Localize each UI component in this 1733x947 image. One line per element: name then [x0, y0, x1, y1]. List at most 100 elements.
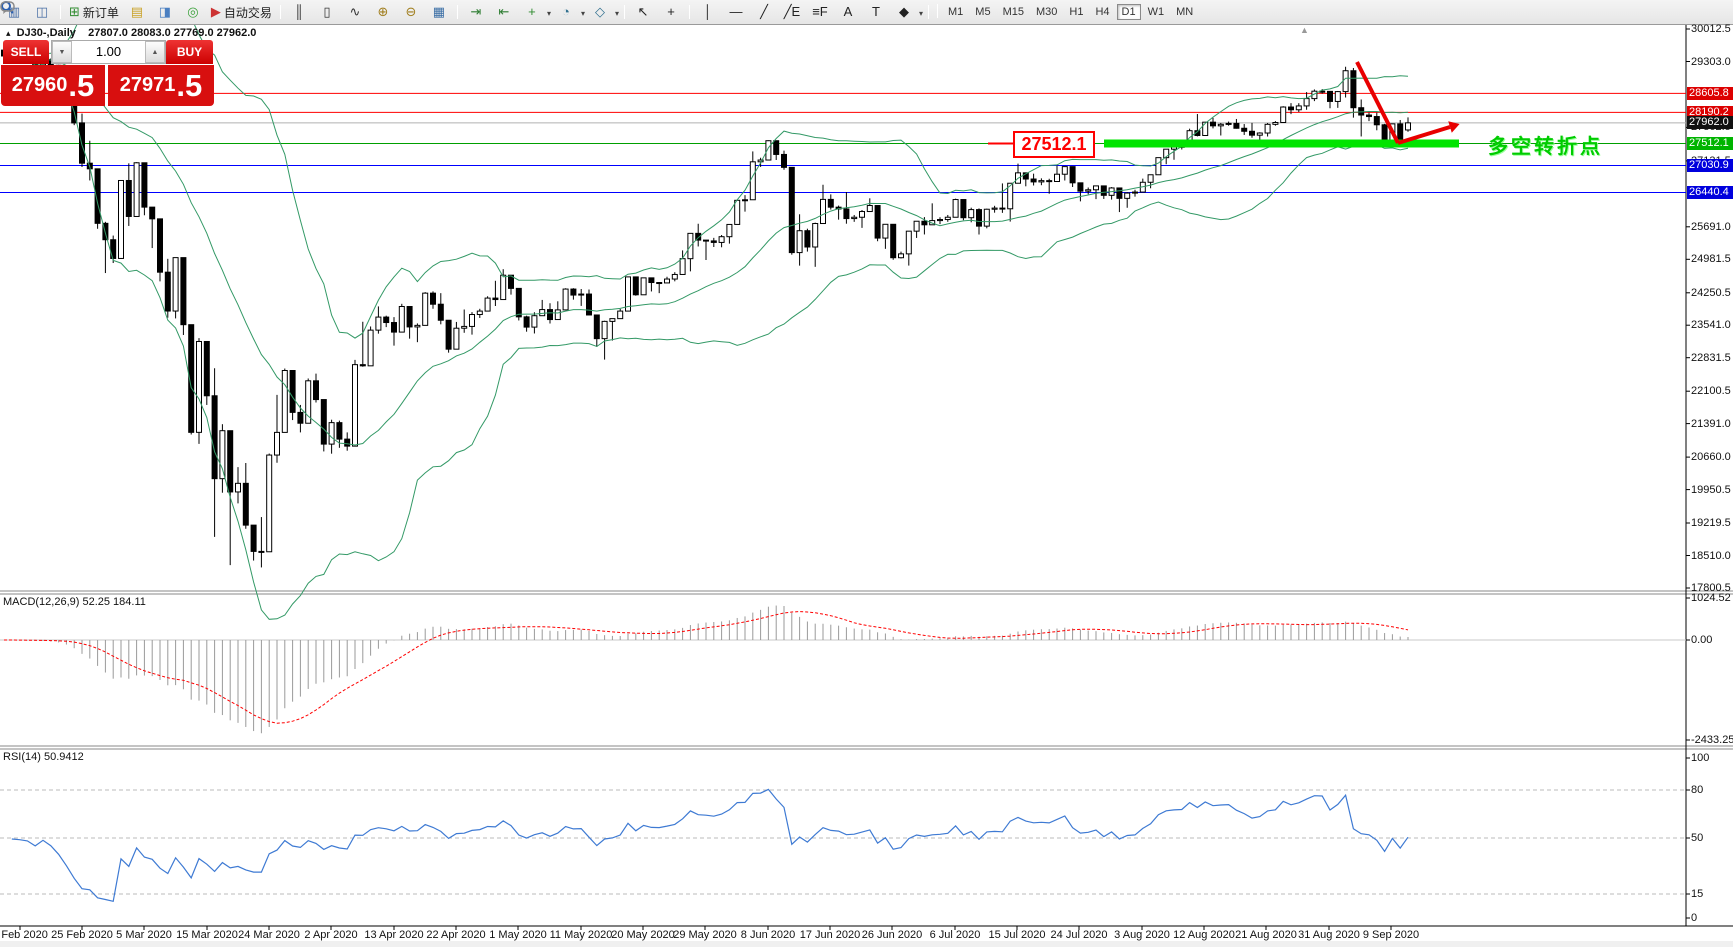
bar-chart-button[interactable]: ║ [286, 1, 312, 23]
chart-shift-icon: ⇤ [498, 4, 510, 19]
label-tool-button[interactable]: T [863, 1, 889, 23]
dropdown-caret-icon[interactable]: ▾ [615, 9, 619, 18]
trendline-tool-button[interactable]: ╱ [751, 1, 777, 23]
zoom-in-button[interactable]: ⊕ [370, 1, 396, 23]
timeframe-m1[interactable]: M1 [943, 4, 968, 20]
dropdown-caret-icon[interactable]: ▾ [581, 9, 585, 18]
timeframe-m5[interactable]: M5 [970, 4, 995, 20]
price-tick: 18510.0 [1691, 549, 1731, 562]
price-tick: 30012.5 [1691, 23, 1731, 35]
profiles-icon: ◫ [35, 4, 49, 19]
timeframe-h4[interactable]: H4 [1090, 4, 1114, 20]
date-label: 21 Aug 2020 [1235, 929, 1297, 941]
fibonacci-tool-button[interactable]: ≡F [807, 1, 833, 23]
market-watch-button[interactable]: ▤ [124, 1, 150, 23]
chart-objects-button[interactable]: ◇ [587, 1, 613, 23]
line-chart-icon: ∿ [349, 4, 361, 19]
chat-icon[interactable] [0, 0, 17, 15]
autotrading-label: 自动交易 [223, 5, 272, 20]
chart-title: ▴ DJ30-,Daily 27807.0 28083.0 27769.0 27… [6, 27, 256, 39]
cycles-button[interactable]: ◔ [553, 1, 579, 23]
signals-button[interactable]: ◎ [180, 1, 206, 23]
candlestick-chart-icon: ▯ [323, 4, 331, 19]
auto-scroll-icon: ⇥ [470, 4, 482, 19]
volume-input[interactable]: 1.00 [72, 41, 145, 63]
indicator-tick: 1024.52 [1691, 592, 1731, 604]
indicator-tick: 50 [1691, 832, 1704, 844]
timeframe-d1[interactable]: D1 [1116, 4, 1141, 20]
indicators-button[interactable]: + [519, 1, 545, 23]
timeframe-w1[interactable]: W1 [1143, 4, 1170, 20]
tile-windows-button[interactable]: ▦ [426, 1, 452, 23]
autotrading-button[interactable]: ▶ 自动交易 [208, 1, 275, 23]
channel-tool-button[interactable]: ╱E [779, 1, 805, 23]
buy-price-main: 27971 [119, 74, 176, 96]
new-order-button[interactable]: ⊞ 新订单 [66, 1, 122, 23]
price-badge: 27030.9 [1687, 159, 1733, 172]
indicators-icon: + [528, 4, 536, 19]
ohlc-values: 27807.0 28083.0 27769.0 27962.0 [88, 27, 257, 39]
toolbar-separator [279, 5, 281, 19]
indicator-tick: 0.00 [1691, 634, 1713, 646]
toolbar-separator [688, 5, 690, 19]
rsi-label: RSI(14) 50.9412 [3, 751, 84, 763]
indicator-tick: 0 [1691, 912, 1698, 924]
date-label: 29 May 2020 [673, 929, 737, 941]
cycles-icon: ◔ [562, 4, 570, 19]
volume-increase-button[interactable]: ▲ [145, 41, 165, 63]
dropdown-caret-icon[interactable]: ▾ [919, 9, 923, 18]
buy-price-button[interactable]: 27971 .5 [108, 65, 214, 106]
timeframe-m30[interactable]: M30 [1031, 4, 1062, 20]
sell-price-button[interactable]: 27960 .5 [1, 65, 105, 106]
auto-scroll-button[interactable]: ⇥ [463, 1, 489, 23]
trendline-tool-icon: ╱ [760, 4, 768, 19]
chart-shift-button[interactable]: ⇤ [491, 1, 517, 23]
candlestick-chart-button[interactable]: ▯ [314, 1, 340, 23]
toolbar-buttons: ▥ ◫ ⊞ 新订单 ▤ ◨ ◎ ▶ 自动交易 ║ ▯ ∿ ⊕ ⊖ ▦ ⇥ ⇤ + ▾ ◔ ▾ ◇ ▾ ↖ + │ — ╱ ╱E ≡F A T ◆… [0, 1, 933, 23]
date-label: 1 May 2020 [489, 929, 547, 941]
date-label: 3 Aug 2020 [1114, 929, 1170, 941]
vertical-line-tool-icon: │ [703, 4, 713, 19]
timeframe-mn[interactable]: MN [1171, 4, 1198, 20]
crosshair-button[interactable]: + [658, 1, 684, 23]
vertical-line-tool-button[interactable]: │ [695, 1, 721, 23]
arrows-tool-icon: ◆ [898, 4, 909, 19]
date-label: 15 Jul 2020 [988, 929, 1046, 941]
timeframe-h1[interactable]: H1 [1064, 4, 1088, 20]
macd-label: MACD(12,26,9) 52.25 184.11 [3, 596, 146, 608]
cursor-button[interactable]: ↖ [630, 1, 656, 23]
toolbar-separator [623, 5, 625, 19]
zoom-in-icon: ⊕ [377, 4, 389, 19]
chart-shift-marker-icon: ▲ [1300, 25, 1309, 35]
chart-canvas[interactable] [0, 0, 1733, 947]
price-tick: 25691.0 [1691, 220, 1731, 233]
sell-button[interactable]: SELL [3, 40, 49, 64]
date-label: 24 Jul 2020 [1050, 929, 1108, 941]
date-label: 26 Jun 2020 [861, 929, 923, 941]
one-click-trading-panel: SELL ▼ 1.00 ▲ BUY 27960 .5 27971 .5 [1, 40, 214, 106]
zoom-out-button[interactable]: ⊖ [398, 1, 424, 23]
volume-decrease-button[interactable]: ▼ [52, 41, 72, 63]
line-chart-button[interactable]: ∿ [342, 1, 368, 23]
arrows-tool-button[interactable]: ◆ [891, 1, 917, 23]
text-tool-button[interactable]: A [835, 1, 861, 23]
timeframe-m15[interactable]: M15 [998, 4, 1029, 20]
horizontal-line-tool-button[interactable]: — [723, 1, 749, 23]
buy-price-frac: .5 [176, 67, 203, 103]
dropdown-caret-icon[interactable]: ▾ [547, 9, 551, 18]
price-tick: 29303.0 [1691, 55, 1731, 68]
date-label: 12 Aug 2020 [1173, 929, 1235, 941]
date-label: 11 May 2020 [549, 929, 613, 941]
buy-button[interactable]: BUY [166, 40, 213, 64]
text-tool-icon: A [843, 4, 853, 19]
price-tick: 19950.5 [1691, 483, 1731, 496]
market-watch-icon: ▤ [130, 4, 144, 19]
price-tick: 24250.5 [1691, 286, 1731, 299]
navigator-button[interactable]: ◨ [152, 1, 178, 23]
toolbar-separator [928, 5, 929, 19]
new-order-label: 新订单 [82, 5, 119, 20]
toolbar: ▥ ◫ ⊞ 新订单 ▤ ◨ ◎ ▶ 自动交易 ║ ▯ ∿ ⊕ ⊖ ▦ ⇥ ⇤ + ▾ ◔ ▾ ◇ ▾ ↖ + │ — ╱ ╱E ≡F A T ◆… [0, 0, 1733, 25]
profiles-button[interactable]: ◫ [29, 1, 55, 23]
channel-tool-icon: ╱E [783, 4, 801, 19]
price-annotation-box[interactable]: 27512.1 [1013, 131, 1095, 158]
